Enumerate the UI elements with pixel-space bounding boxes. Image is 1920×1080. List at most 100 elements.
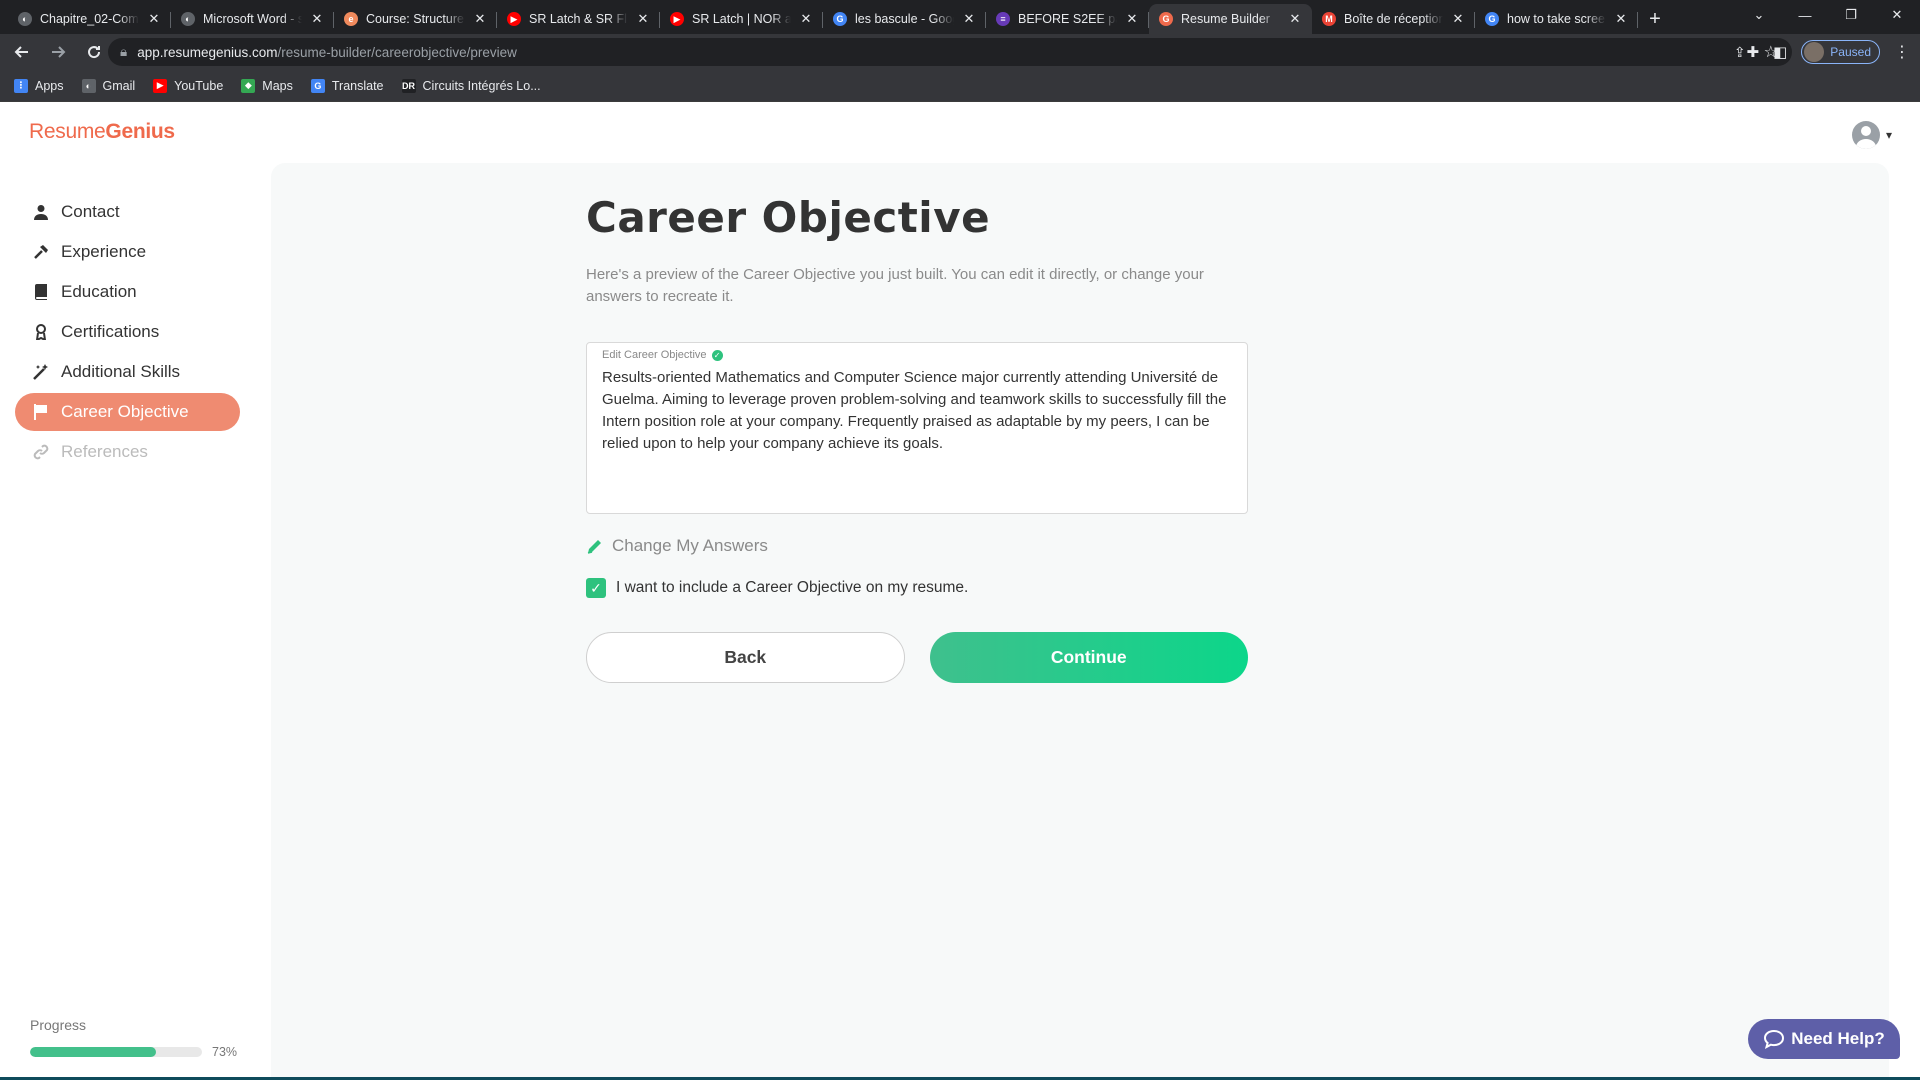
page-title: Career Objective: [586, 193, 991, 242]
sidebar-item-label: Additional Skills: [61, 362, 181, 381]
tab-title: SR Latch | NOR and: [692, 12, 791, 26]
browser-tab[interactable]: ◐ Chapitre_02-Comb ✕: [8, 4, 171, 34]
change-answers-label: Change My Answers: [612, 536, 768, 555]
url-bar[interactable]: 🔒︎ app.resumegenius.com/resume-builder/c…: [108, 38, 1792, 66]
resume-genius-logo[interactable]: ResumeGenius: [29, 120, 175, 144]
tab-favicon-icon: G: [1485, 12, 1499, 26]
profile-button[interactable]: Paused: [1801, 40, 1880, 64]
tab-title: Resume Builder: [1181, 12, 1270, 26]
user-icon: [33, 203, 49, 221]
sidebar-item-label: Experience: [61, 242, 147, 261]
browser-tab[interactable]: ≡ BEFORE S2EE parti ✕: [986, 4, 1149, 34]
tab-title: SR Latch & SR Flip: [529, 12, 628, 26]
tab-title: BEFORE S2EE parti: [1018, 12, 1117, 26]
browser-menu-icon[interactable]: ⋮: [1894, 42, 1910, 62]
sidebar-item-label: Contact: [61, 202, 120, 221]
award-icon: [33, 323, 49, 341]
tab-close-icon[interactable]: ✕: [473, 11, 487, 27]
restore-button[interactable]: ❐: [1828, 0, 1874, 30]
sidebar-item-additional-skills[interactable]: Additional Skills: [15, 353, 240, 391]
chat-bubble-icon: [1764, 1029, 1785, 1049]
tab-title: how to take screen: [1507, 12, 1606, 26]
lock-icon[interactable]: 🔒︎: [120, 44, 127, 60]
tab-close-icon[interactable]: ✕: [636, 11, 650, 27]
editor-label-text: Edit Career Objective: [602, 349, 707, 361]
objective-textarea[interactable]: Results-oriented Mathematics and Compute…: [602, 367, 1232, 455]
side-panel-icon[interactable]: ◧: [1773, 43, 1787, 61]
tab-search-icon[interactable]: ⌄: [1736, 0, 1782, 30]
include-objective-row[interactable]: ✓ I want to include a Career Objective o…: [586, 578, 1248, 598]
tab-close-icon[interactable]: ✕: [310, 11, 324, 27]
need-help-button[interactable]: Need Help?: [1748, 1019, 1900, 1059]
browser-tab[interactable]: ◐ Microsoft Word - s ✕: [171, 4, 334, 34]
account-avatar-icon: [1851, 121, 1880, 149]
minimize-button[interactable]: —: [1782, 0, 1828, 30]
tab-close-icon[interactable]: ✕: [1288, 11, 1302, 27]
chevron-down-icon: ▾: [1885, 128, 1892, 142]
include-objective-checkbox[interactable]: ✓: [586, 578, 606, 598]
sidebar-item-experience[interactable]: Experience: [15, 233, 240, 271]
bookmark-favicon-icon: ◐: [81, 78, 96, 93]
bookmark-item[interactable]: ◆ Maps: [241, 78, 293, 93]
sidebar-item-certifications[interactable]: Certifications: [15, 313, 240, 351]
tab-title: les bascule - Goog: [855, 12, 954, 26]
form-actions: Back Continue: [586, 632, 1248, 683]
tab-close-icon[interactable]: ✕: [1614, 11, 1628, 27]
browser-tab[interactable]: e Course: Structure M ✕: [334, 4, 497, 34]
browser-tab-strip: ◐ Chapitre_02-Comb ✕ ◐ Microsoft Word - s ✕ e C…: [0, 0, 1920, 34]
progress-fill: [30, 1047, 156, 1057]
close-window-button[interactable]: ✕: [1874, 0, 1920, 30]
sidebar-item-career-objective[interactable]: Career Objective: [15, 393, 240, 431]
tab-favicon-icon: G: [833, 12, 847, 26]
back-nav-button[interactable]: [8, 38, 36, 66]
bookmark-label: Apps: [35, 78, 64, 93]
career-objective-form: Career Objective Here's a preview of the…: [586, 193, 1248, 683]
address-bar-row: 🔒︎ app.resumegenius.com/resume-builder/c…: [0, 34, 1920, 70]
tab-favicon-icon: ≡: [996, 12, 1010, 26]
section-nav: Contact Experience Education Certifications…: [15, 193, 240, 473]
sidebar-item-education[interactable]: Education: [15, 273, 240, 311]
tab-close-icon[interactable]: ✕: [1451, 11, 1465, 27]
tab-close-icon[interactable]: ✕: [799, 11, 813, 27]
check-circle-icon: ✓: [711, 349, 723, 361]
tab-close-icon[interactable]: ✕: [962, 11, 976, 27]
bookmark-label: Gmail: [102, 78, 136, 93]
share-icon[interactable]: ⇪: [1734, 44, 1746, 61]
forward-nav-button[interactable]: [44, 38, 72, 66]
sidebar-item-label: References: [61, 442, 148, 461]
tab-favicon-icon: e: [344, 12, 358, 26]
tab-favicon-icon: G: [1159, 12, 1173, 26]
extensions-icon[interactable]: ✚: [1747, 43, 1760, 61]
browser-tab[interactable]: Gles bascule - Goog ✕: [823, 4, 986, 34]
objective-editor[interactable]: Edit Career Objective ✓ Results-oriented…: [586, 342, 1248, 514]
change-answers-link[interactable]: Change My Answers: [586, 536, 1248, 556]
back-button[interactable]: Back: [586, 632, 905, 683]
bookmark-item[interactable]: ▶ YouTube: [153, 78, 223, 93]
bookmark-item[interactable]: DR Circuits Intégrés Lo...: [401, 78, 541, 93]
link-icon: [33, 443, 49, 461]
tab-close-icon[interactable]: ✕: [147, 11, 161, 27]
browser-tab[interactable]: Ghow to take screen ✕: [1475, 4, 1638, 34]
sidebar-item-references: References: [15, 433, 240, 471]
account-menu[interactable]: ▾: [1851, 121, 1892, 149]
continue-button[interactable]: Continue: [929, 632, 1248, 683]
sidebar-item-label: Education: [61, 282, 137, 301]
bookmark-item[interactable]: ◐ Gmail: [81, 78, 136, 93]
new-tab-button[interactable]: +: [1638, 4, 1672, 34]
bookmark-favicon-icon: ⋮: [14, 78, 28, 93]
tab-favicon-icon: ▶: [670, 12, 684, 26]
browser-tab[interactable]: ▶ SR Latch & SR Flip ✕: [497, 4, 660, 34]
bookmark-favicon-icon: ▶: [153, 78, 168, 93]
browser-tab[interactable]: ▶ SR Latch | NOR and ✕: [660, 4, 823, 34]
browser-tab[interactable]: M Boîte de réception ✕: [1312, 4, 1475, 34]
reload-button[interactable]: [80, 38, 108, 66]
bookmark-favicon-icon: ◆: [241, 78, 256, 93]
tab-title: Chapitre_02-Comb: [40, 12, 139, 26]
browser-tab[interactable]: G Resume Builder ✕: [1149, 4, 1312, 34]
tab-close-icon[interactable]: ✕: [1125, 11, 1139, 27]
sidebar-item-contact[interactable]: Contact: [15, 193, 240, 231]
bookmark-item[interactable]: ⋮ Apps: [14, 78, 64, 93]
profile-avatar: [1804, 42, 1825, 62]
tab-title: Boîte de réception: [1344, 12, 1443, 26]
bookmark-item[interactable]: G Translate: [310, 78, 384, 93]
